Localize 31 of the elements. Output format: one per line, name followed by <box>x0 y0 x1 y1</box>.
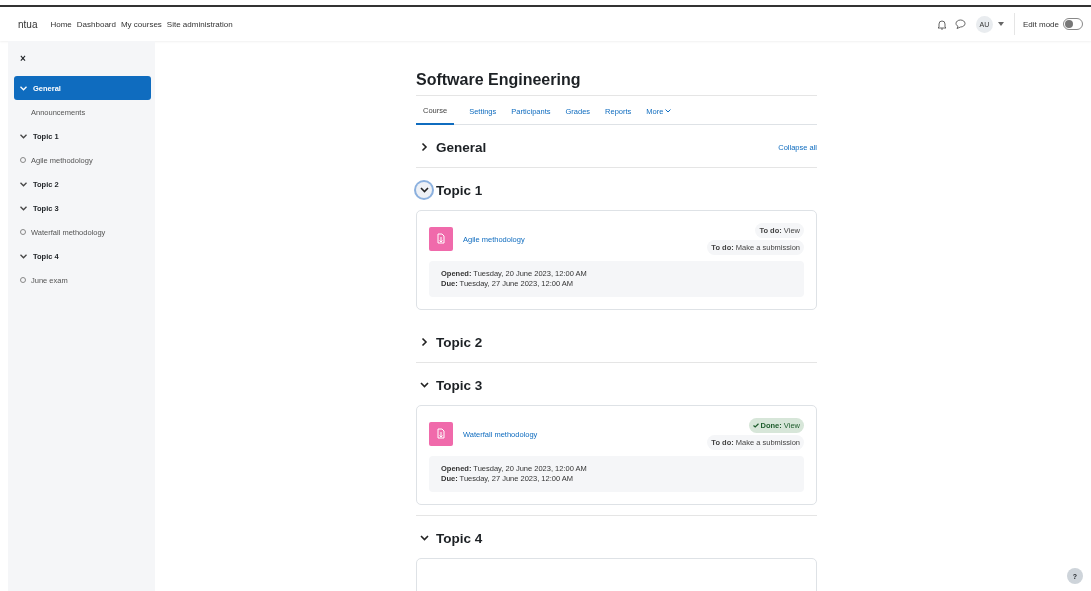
section-title: Topic 3 <box>436 377 483 393</box>
course-title: Software Engineering <box>416 71 817 96</box>
bell-icon[interactable] <box>936 18 947 30</box>
nav-link[interactable]: Site administration <box>166 19 233 29</box>
chevron-icon <box>421 142 427 152</box>
chevron-icon <box>20 133 27 139</box>
chevron-icon <box>419 382 429 388</box>
nav-link[interactable]: My courses <box>120 19 162 29</box>
nav-link[interactable]: Dashboard <box>76 19 116 29</box>
section-title: General <box>436 139 487 155</box>
caret-icon[interactable] <box>997 22 1004 26</box>
assignment-icon <box>429 227 453 251</box>
chevron-icon <box>20 181 27 187</box>
chevron-icon <box>421 337 427 347</box>
edit-mode-label: Edit mode <box>1022 19 1059 29</box>
check-icon <box>752 423 759 428</box>
site-brand[interactable]: ntua <box>18 18 38 30</box>
assignment-icon <box>429 422 453 446</box>
caret-icon <box>665 109 672 113</box>
chevron-icon <box>20 253 27 259</box>
section-toggle[interactable] <box>416 182 432 198</box>
nav-link[interactable]: Home <box>50 19 72 29</box>
chevron-icon <box>20 205 27 211</box>
section-title: Topic 1 <box>436 182 483 198</box>
chevron-icon <box>419 187 429 193</box>
section-title: Topic 4 <box>436 530 483 546</box>
chevron-icon <box>419 535 429 541</box>
chat-icon[interactable] <box>954 19 966 29</box>
chevron-icon <box>20 85 27 91</box>
close-icon[interactable]: × <box>20 53 28 64</box>
section-title: Topic 2 <box>436 334 483 350</box>
